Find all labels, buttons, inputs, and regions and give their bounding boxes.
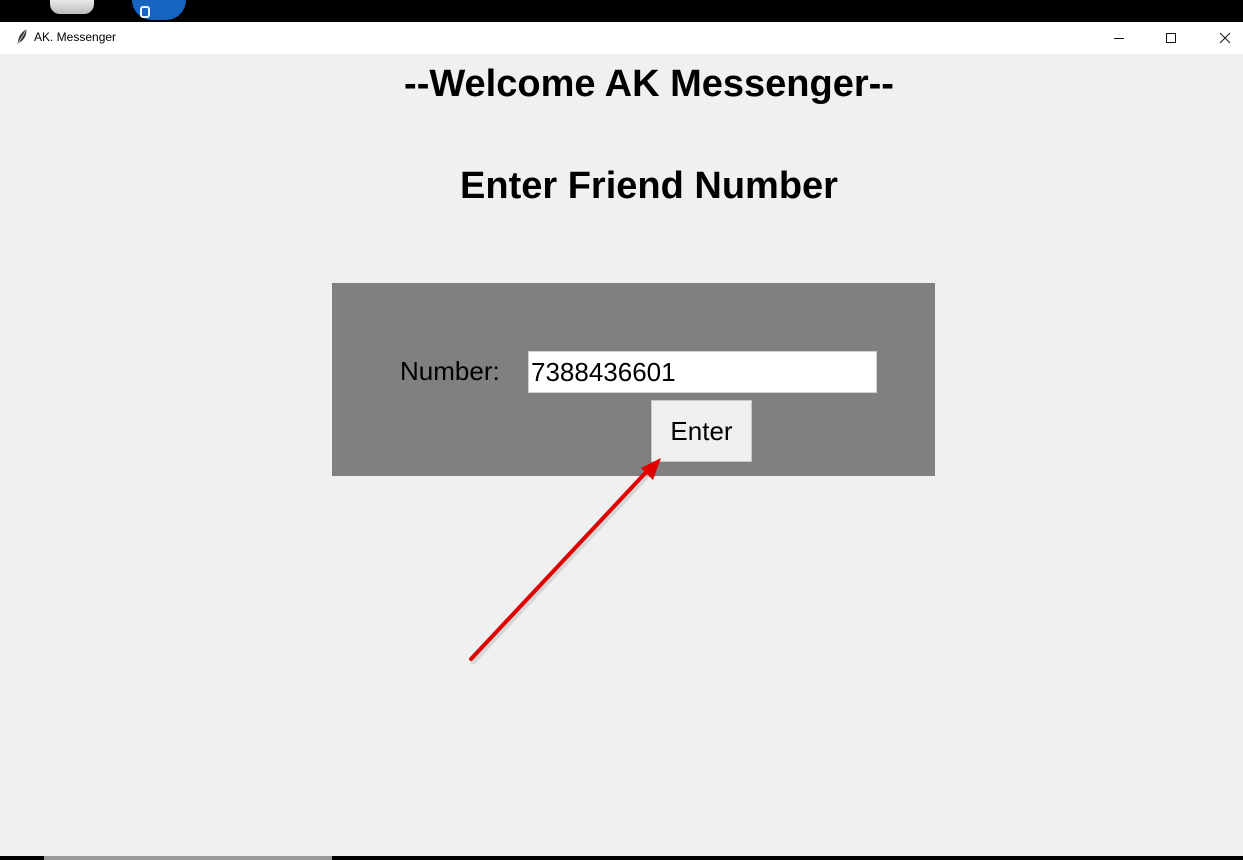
maximize-button[interactable] (1148, 22, 1194, 54)
maximize-icon (1166, 33, 1176, 43)
app-window: AK. Messenger --Welcome AK Messenger-- E… (0, 22, 1243, 856)
window-title: AK. Messenger (34, 30, 117, 44)
screen: AK. Messenger --Welcome AK Messenger-- E… (0, 0, 1243, 860)
number-label: Number: (400, 356, 500, 386)
page-heading: Enter Friend Number (460, 165, 838, 207)
minimize-icon (1114, 38, 1124, 39)
desktop-background (0, 0, 1243, 22)
app-content: --Welcome AK Messenger-- Enter Friend Nu… (15, 54, 1243, 856)
feather-icon (17, 29, 27, 45)
welcome-title: --Welcome AK Messenger-- (404, 63, 894, 105)
close-icon (1219, 32, 1231, 44)
close-button[interactable] (1202, 22, 1243, 54)
title-bar[interactable]: AK. Messenger (0, 22, 1243, 54)
minimize-button[interactable] (1096, 22, 1142, 54)
desktop-shortcut-icon[interactable] (50, 0, 94, 14)
desktop-app-icon[interactable] (132, 0, 186, 20)
enter-button[interactable]: Enter (651, 400, 752, 462)
number-form-panel: Number: Enter (332, 283, 935, 476)
taskbar-edge (0, 856, 1243, 860)
number-input[interactable] (528, 351, 877, 393)
